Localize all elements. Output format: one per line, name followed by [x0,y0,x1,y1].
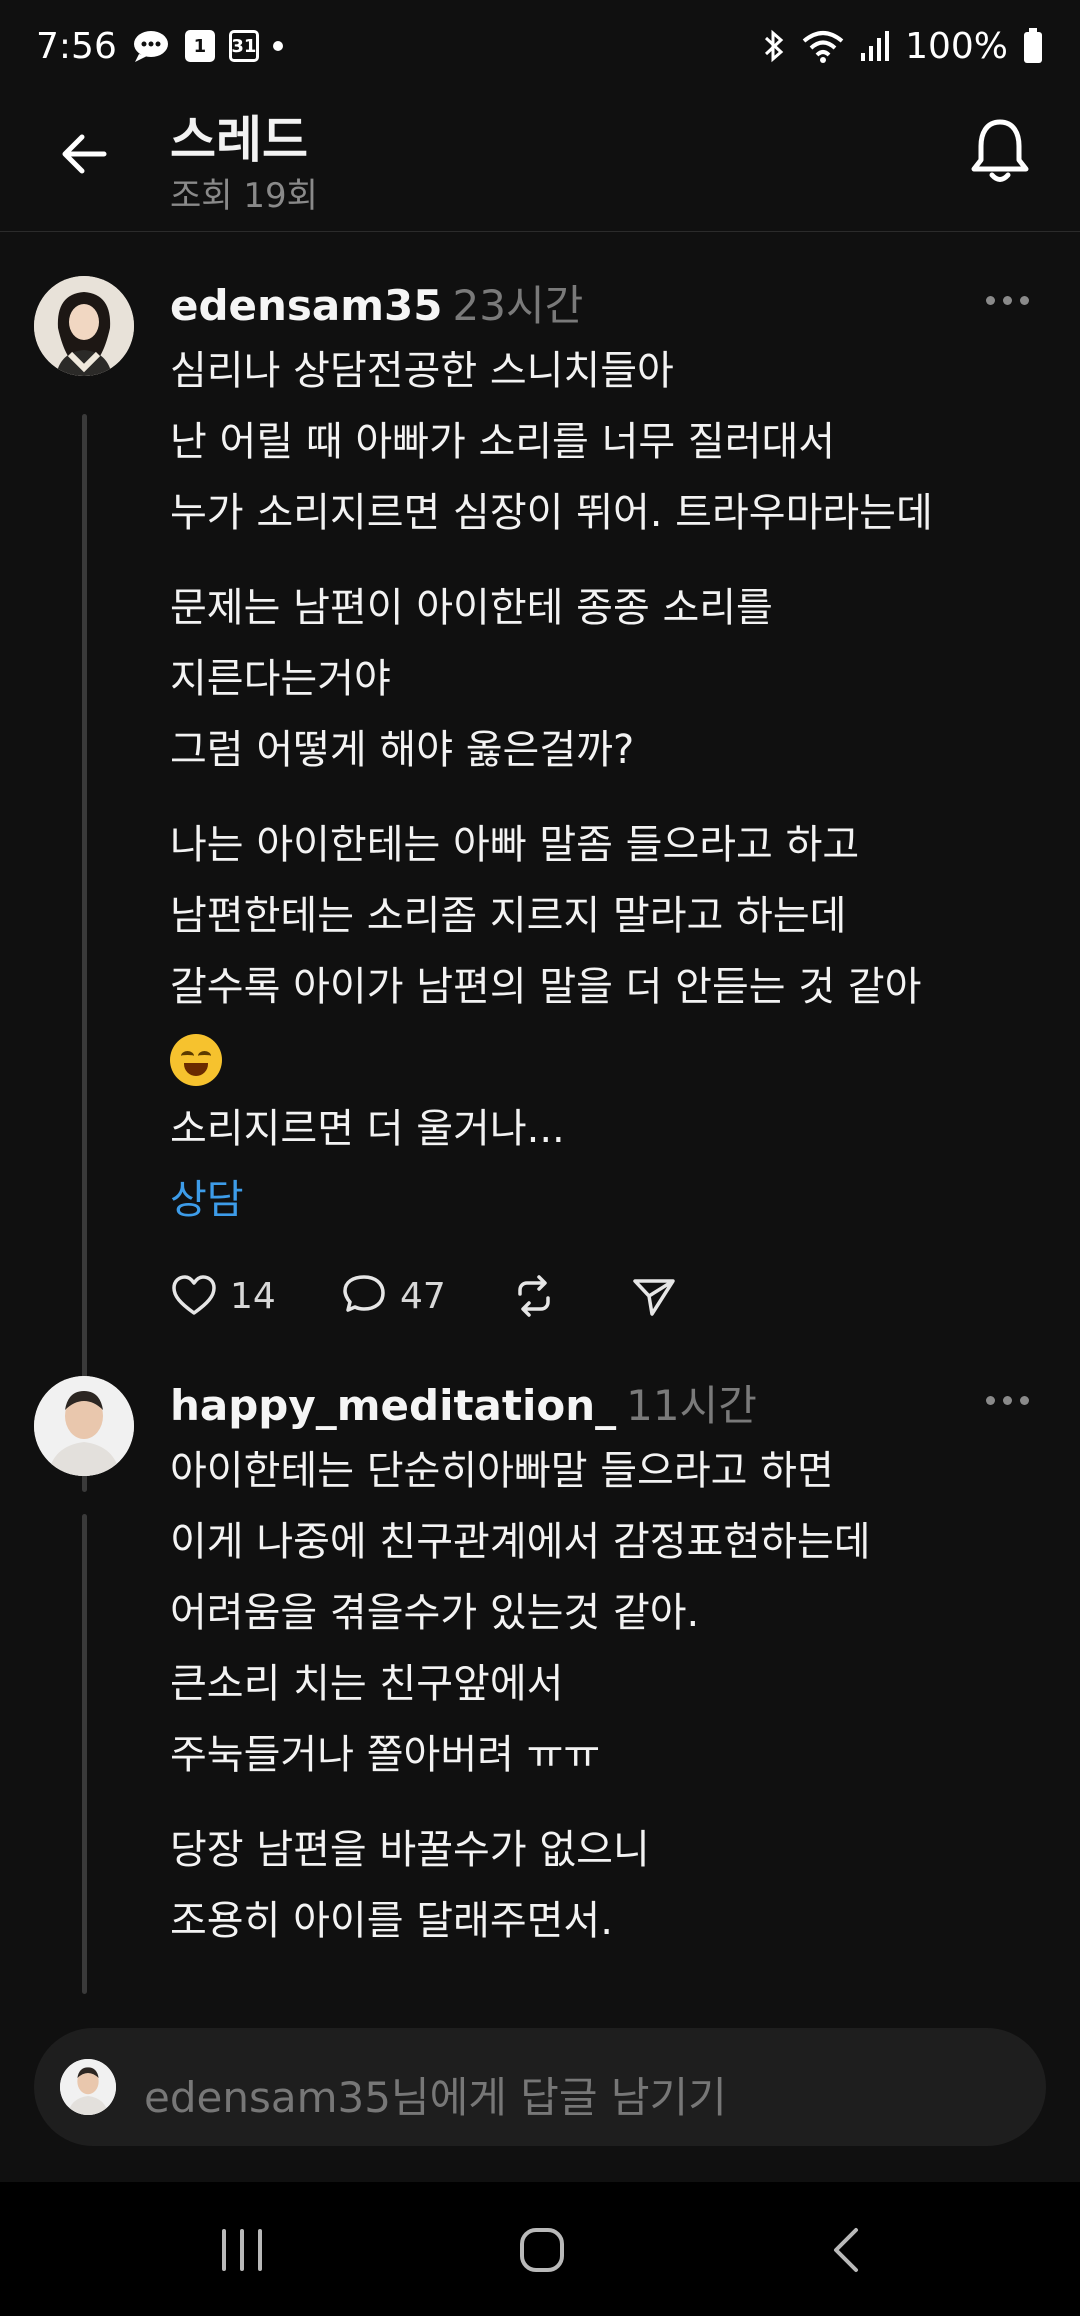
post-text-line: 이게 나중에 친구관계에서 감정표현하는데 [170,1519,871,1565]
post-body: 아이한테는 단순히아빠말 들으라고 하면 이게 나중에 친구관계에서 감정표현하… [170,1436,1050,1957]
laughing-emoji-icon [170,1034,222,1086]
status-right: 100% [761,26,1044,67]
back-arrow-icon [62,134,107,174]
post-text-line: 당장 남편을 바꿀수가 없으니 [170,1827,650,1873]
reply-input[interactable]: edensam35님에게 답글 남기기 [34,2028,1046,2146]
system-navigation-bar [0,2182,1080,2316]
home-button[interactable] [514,2222,570,2278]
username[interactable]: edensam35 [170,281,443,330]
view-count: 조회 19회 [170,176,318,216]
clock: 7:56 [36,25,117,67]
calendar-date-icon: 31 [228,30,259,62]
post-header: happy_meditation_ 11시간 [170,1372,757,1433]
post-text-line: 소리지르면 더 울거나... [170,1106,565,1152]
thread-line [82,414,87,1492]
heart-icon [172,1275,216,1315]
like-button[interactable]: 14 [170,1272,340,1320]
post-header: edensam35 23시간 [170,272,583,333]
home-icon [520,2228,564,2272]
battery-percent: 100% [905,25,1008,67]
send-icon [633,1279,675,1316]
username[interactable]: happy_meditation_ [170,1381,616,1430]
avatar[interactable] [34,1376,134,1476]
post-text-line: 주눅들거나 쫄아버려 ㅠㅠ [170,1732,601,1778]
more-options-button[interactable] [986,1390,1036,1410]
post-actions: 14 47 [170,1272,678,1320]
user-photo-icon [60,2059,116,2115]
battery-icon [1022,27,1044,65]
notification-button[interactable] [968,116,1032,188]
recent-apps-icon [222,2229,262,2271]
status-left: 7:56 1 31 [36,26,283,67]
user-photo-icon [34,1376,134,1476]
post-text-line: 조용히 아이를 달래주면서. [170,1898,613,1944]
page-title: 스레드 [170,111,308,169]
messages-icon [131,28,171,64]
post-text-line: 난 어릴 때 아빠가 소리를 너무 질러대서 [170,419,836,465]
header: 스레드 조회 19회 [0,92,1080,232]
calendar-notification-icon: 1 [184,30,215,62]
comment-button[interactable]: 47 [340,1272,510,1320]
back-button[interactable] [56,126,112,182]
status-bar: 7:56 1 31 100% [0,0,1080,92]
more-options-button[interactable] [986,290,1036,310]
post-text-line: 남편한테는 소리좀 지르지 말라고 하는데 [170,893,847,939]
comment-count: 47 [400,1275,446,1317]
post-text-line: 그럼 어떻게 해야 옳은걸까? [170,727,635,773]
bluetooth-icon [761,28,787,64]
post-text-line: 누가 소리지르면 심장이 뛰어. 트라우마라는데 [170,490,933,536]
post-text-line: 어려움을 겪을수가 있는것 같아. [170,1590,700,1636]
recent-apps-button[interactable] [214,2222,270,2278]
share-button[interactable] [630,1272,678,1320]
topic-tag[interactable]: 상담 [170,1165,1050,1236]
post-text-line: 큰소리 치는 친구앞에서 [170,1661,564,1707]
bell-icon [971,119,1029,182]
post-text-line: 심리나 상담전공한 스니치들아 [170,348,674,394]
post-text-line: 나는 아이한테는 아빠 말좀 들으라고 하고 [170,822,860,868]
more-notifications-dot [272,41,283,51]
post-text-line: 아이한테는 단순히아빠말 들으라고 하면 [170,1448,834,1494]
comment-icon [343,1275,385,1312]
avatar[interactable] [34,276,134,376]
post-time: 23시간 [452,281,584,330]
back-nav-button[interactable] [820,2222,876,2278]
like-count: 14 [230,1275,276,1317]
post-body: 심리나 상담전공한 스니치들아 난 어릴 때 아빠가 소리를 너무 질러대서 누… [170,336,1050,1236]
reply-placeholder: edensam35님에게 답글 남기기 [144,2073,727,2122]
current-user-avatar [60,2059,116,2115]
post-text-line: 지른다는거야 [170,656,391,702]
signal-icon [859,29,891,63]
user-photo-icon [34,276,134,376]
thread-line [82,1514,87,1994]
repost-icon [518,1275,550,1317]
post-time: 11시간 [626,1381,757,1430]
back-chevron-icon [834,2228,858,2272]
repost-button[interactable] [510,1272,630,1320]
wifi-icon [801,28,845,64]
post-text-line: 문제는 남편이 아이한테 종종 소리를 [170,585,773,631]
post-text-line: 갈수록 아이가 남편의 말을 더 안듣는 것 같아 [170,964,922,1010]
